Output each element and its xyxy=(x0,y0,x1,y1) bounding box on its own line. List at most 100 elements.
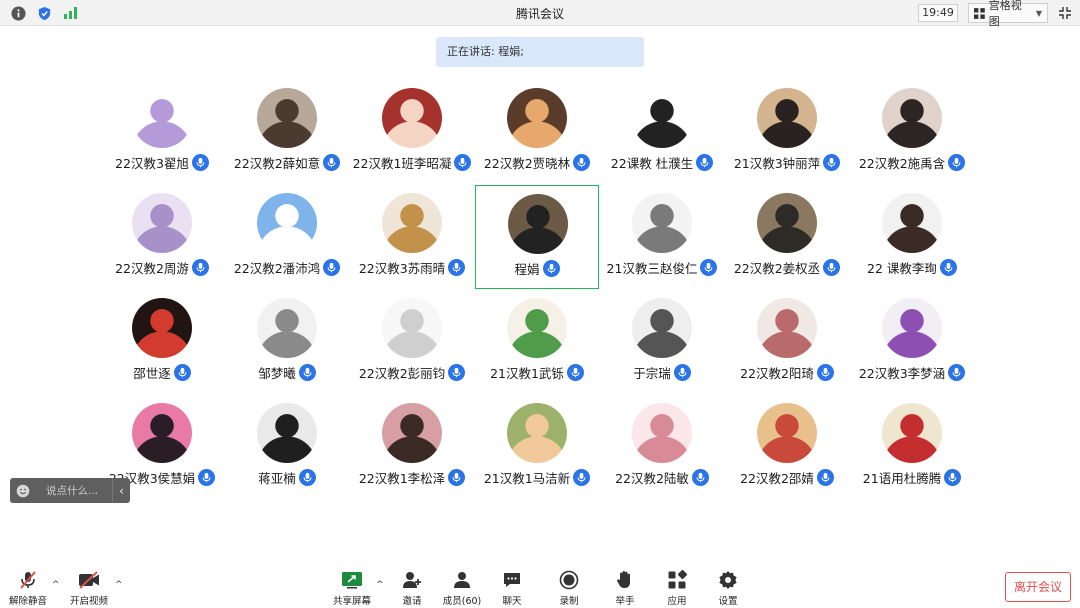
participant-name: 蒋亚楠 xyxy=(258,471,296,486)
participant-tile[interactable]: 于宗瑞 xyxy=(600,290,724,394)
raise-hand-button[interactable]: 举手 xyxy=(600,570,650,608)
participant-tile[interactable]: 22汉教2阳琦 xyxy=(725,290,849,394)
mic-icon xyxy=(566,364,584,381)
participant-tile[interactable]: 22 课教李珣 xyxy=(850,185,974,289)
participant-tile[interactable]: 21汉教三赵俊仁 xyxy=(600,185,724,289)
participant-tile[interactable]: 22汉教3翟旭 xyxy=(100,80,224,184)
participant-tile[interactable]: 22汉教1班李昭凝 xyxy=(350,80,474,184)
participant-tile[interactable]: 22汉教2贾晓林 xyxy=(475,80,599,184)
mic-icon xyxy=(816,364,834,381)
chevron-up-icon[interactable]: ^ xyxy=(115,580,123,590)
fullscreen-icon[interactable] xyxy=(1058,5,1074,21)
participant-name-row: 22汉教1李松泽 xyxy=(340,468,484,487)
avatar xyxy=(257,88,317,148)
participant-name-row: 22汉教3苏雨晴 xyxy=(340,258,484,277)
participant-tile[interactable]: 蒋亚楠 xyxy=(225,395,349,499)
participant-tile[interactable]: 21汉教1马洁新 xyxy=(475,395,599,499)
participant-name-row: 蒋亚楠 xyxy=(215,468,359,487)
participant-name: 21语用杜腾腾 xyxy=(862,471,942,486)
leave-meeting-button[interactable]: 离开会议 xyxy=(1005,572,1071,602)
avatar xyxy=(382,193,442,253)
participant-tile[interactable]: 22汉教3苏雨晴 xyxy=(350,185,474,289)
participant-name: 22汉教3李梦涵 xyxy=(858,366,946,381)
share-screen-button[interactable]: 共享屏幕 xyxy=(327,570,377,608)
view-mode-dropdown[interactable]: 宫格视图 ▼ xyxy=(968,0,1048,28)
chevron-up-icon[interactable]: ^ xyxy=(52,580,60,590)
members-button[interactable]: 成员(60) xyxy=(437,570,487,608)
participant-tile[interactable]: 22汉教2施禹含 xyxy=(850,80,974,184)
participant-tile[interactable]: 邵世逐 xyxy=(100,290,224,394)
participant-tile[interactable]: 22汉教2姜权丞 xyxy=(725,185,849,289)
settings-label: 设置 xyxy=(718,596,738,607)
participant-tile[interactable]: 程娟 xyxy=(475,185,599,289)
avatar xyxy=(382,298,442,358)
chevron-up-icon[interactable]: ^ xyxy=(376,580,384,590)
avatar xyxy=(507,403,567,463)
participant-name: 22汉教2阳琦 xyxy=(740,366,814,381)
apps-button[interactable]: 应用 xyxy=(652,570,702,608)
settings-button[interactable]: 设置 xyxy=(703,570,753,608)
unmute-button[interactable]: 解除静音 xyxy=(3,570,53,608)
avatar xyxy=(882,403,942,463)
participant-tile[interactable]: 22汉教2薛如意 xyxy=(225,80,349,184)
mic-icon xyxy=(298,364,316,381)
record-button[interactable]: 录制 xyxy=(544,570,594,608)
apps-label: 应用 xyxy=(667,596,687,607)
collapse-chat-button[interactable]: ‹ xyxy=(112,478,130,503)
participant-name: 22汉教2施禹含 xyxy=(858,156,946,171)
shield-icon[interactable] xyxy=(36,5,52,21)
participant-name-row: 22汉教2潘沛鸿 xyxy=(215,258,359,277)
avatar xyxy=(257,403,317,463)
mic-icon xyxy=(691,469,709,486)
mic-icon xyxy=(948,154,966,171)
mic-icon xyxy=(191,259,209,276)
apps-icon xyxy=(666,570,688,590)
participant-tile[interactable]: 22汉教2潘沛鸿 xyxy=(225,185,349,289)
participant-name: 邵世逐 xyxy=(133,366,171,381)
avatar xyxy=(757,298,817,358)
participant-tile[interactable]: 22课教 杜濮生 xyxy=(600,80,724,184)
chat-input-bar[interactable]: 说点什么... ‹ xyxy=(10,478,130,503)
participant-tile[interactable]: 21汉教3钟丽萍 xyxy=(725,80,849,184)
view-mode-label: 宫格视图 xyxy=(988,0,1022,28)
participant-tile[interactable]: 22汉教2邵婧 xyxy=(725,395,849,499)
hand-icon xyxy=(614,570,636,590)
participant-name: 21汉教1马洁新 xyxy=(483,471,571,486)
invite-button[interactable]: 邀请 xyxy=(387,570,437,608)
participant-tile[interactable]: 22汉教2陆敏 xyxy=(600,395,724,499)
avatar xyxy=(132,193,192,253)
participant-tile[interactable]: 22汉教3李梦涵 xyxy=(850,290,974,394)
emoji-icon[interactable] xyxy=(10,484,36,498)
signal-icon[interactable] xyxy=(62,5,78,21)
avatar xyxy=(632,193,692,253)
participant-name-row: 21汉教1武铄 xyxy=(465,363,609,382)
avatar xyxy=(507,298,567,358)
chat-icon xyxy=(501,570,523,590)
mic-icon xyxy=(542,260,560,277)
participant-name-row: 22汉教2贾晓林 xyxy=(465,153,609,172)
participant-name: 22汉教2彭丽钧 xyxy=(358,366,446,381)
avatar xyxy=(757,193,817,253)
info-icon[interactable] xyxy=(10,5,26,21)
participant-name: 22 课教李珣 xyxy=(867,261,937,276)
participant-tile[interactable]: 21语用杜腾腾 xyxy=(850,395,974,499)
chat-button[interactable]: 聊天 xyxy=(487,570,537,608)
participant-name: 22汉教2陆敏 xyxy=(615,471,689,486)
bottom-toolbar: 解除静音 ^ 开启视频 ^ 共享屏幕 ^ 邀请 成员(60) 聊天 录制 举手 … xyxy=(0,566,1080,608)
video-button[interactable]: 开启视频 xyxy=(64,570,114,608)
participant-name-row: 22汉教2姜权丞 xyxy=(715,258,859,277)
participant-tile[interactable]: 邹梦曦 xyxy=(225,290,349,394)
mic-icon xyxy=(323,259,341,276)
mic-icon xyxy=(448,364,466,381)
record-label: 录制 xyxy=(559,596,579,607)
participant-name: 程娟 xyxy=(514,262,540,277)
participant-tile[interactable]: 22汉教1李松泽 xyxy=(350,395,474,499)
participant-tile[interactable]: 22汉教2周游 xyxy=(100,185,224,289)
avatar xyxy=(507,88,567,148)
mic-icon xyxy=(323,154,341,171)
participant-tile[interactable]: 22汉教2彭丽钧 xyxy=(350,290,474,394)
participant-tile[interactable]: 21汉教1武铄 xyxy=(475,290,599,394)
chat-input-placeholder[interactable]: 说点什么... xyxy=(36,483,112,498)
participant-name-row: 22汉教3翟旭 xyxy=(90,153,234,172)
mic-icon xyxy=(696,154,714,171)
